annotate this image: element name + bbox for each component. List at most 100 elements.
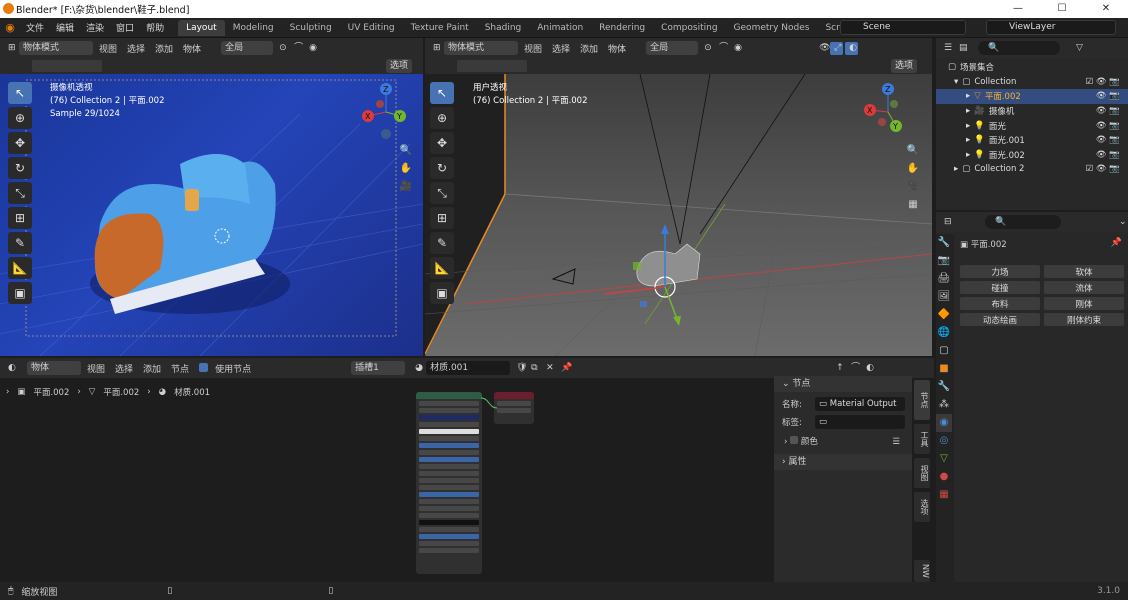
proportional-edit-icon[interactable]: ◉ (305, 42, 318, 55)
pan-hand-icon[interactable]: ✋ (905, 160, 921, 178)
transform-tool-icon[interactable]: ⊞ (430, 207, 454, 229)
breadcrumb-mesh[interactable]: 平面.002 (103, 386, 139, 398)
pan-hand-icon[interactable]: ✋ (398, 160, 414, 178)
menu-render[interactable]: 渲染 (80, 21, 110, 34)
expand-arrow-icon[interactable]: ▸ (966, 121, 970, 131)
overlay-toggle-icon[interactable]: ◐ (845, 41, 859, 55)
navigation-gizmo-right[interactable]: Z X Y (860, 82, 916, 144)
select-tool-icon[interactable]: ↖ (8, 82, 32, 104)
texture-tab-icon[interactable]: ▦ (936, 486, 952, 504)
pivot-icon[interactable]: ⊙ (700, 42, 713, 55)
object-tab-icon[interactable]: ■ (936, 360, 952, 378)
expand-arrow-icon[interactable]: ▸ (966, 106, 970, 116)
view-layer-tab-icon[interactable]: 🖼 (936, 288, 952, 306)
scene-tab-icon[interactable]: 🔶 (936, 306, 952, 324)
viewport-user[interactable]: ⊞ 物体模式 视图 选择 添加 物体 全局 ⊙ ⌒ ◉ 👁 ⤢ ◐ 选项 ↖ ⊕… (425, 38, 932, 356)
expand-arrow-icon[interactable]: ▸ (966, 150, 970, 160)
slot-dropdown[interactable]: 插槽1 (351, 361, 406, 375)
tab-layout[interactable]: Layout (178, 19, 225, 36)
expand-arrow-icon[interactable]: ▾ (954, 77, 958, 87)
view-layer-selector[interactable]: ViewLayer (986, 20, 1116, 35)
material-tab-icon[interactable]: ● (936, 468, 952, 486)
outliner-item-plane002[interactable]: ▸ ▽ 平面.002 👁 📷 (936, 89, 1128, 104)
side-tab-tool[interactable]: 工具 (914, 424, 930, 454)
breadcrumb-object[interactable]: 平面.002 (33, 386, 69, 398)
chevron-down-icon[interactable]: ⌄ (1115, 216, 1128, 229)
cursor-tool-icon[interactable]: ⊕ (8, 107, 32, 129)
transform-orientation-dropdown[interactable]: 全局 (221, 41, 274, 55)
move-tool-icon[interactable]: ✥ (8, 132, 32, 154)
menu-window[interactable]: 窗口 (110, 21, 140, 34)
options-dropdown[interactable]: 选项 (386, 59, 413, 73)
mode-dropdown[interactable]: 物体模式 (444, 41, 518, 55)
select-tool-icon[interactable]: ↖ (430, 82, 454, 104)
user-perspective-view[interactable] (425, 74, 932, 356)
material-output-node[interactable] (494, 392, 534, 424)
add-cube-tool-icon[interactable]: ▣ (430, 282, 454, 304)
menu-select[interactable]: 选择 (123, 42, 149, 55)
tab-rendering[interactable]: Rendering (591, 20, 653, 36)
outliner-root[interactable]: ▢ 场景集合 (936, 60, 1128, 75)
side-tab-view[interactable]: 视图 (914, 458, 930, 488)
menu-add[interactable]: 添加 (151, 42, 177, 55)
mode-dropdown[interactable]: 物体模式 (19, 41, 93, 55)
camera-icon[interactable]: 🎥 (905, 178, 921, 196)
visibility-toggle-icons[interactable]: 👁 📷 (1096, 135, 1120, 145)
checkbox-icon[interactable] (790, 436, 799, 444)
tab-modeling[interactable]: Modeling (225, 20, 282, 36)
visibility-toggle-icons[interactable]: 👁 📷 (1096, 121, 1120, 131)
side-tab-options[interactable]: 选项 (914, 492, 930, 522)
snap-icon[interactable]: ⌒ (290, 42, 303, 55)
pin-icon[interactable]: 📌 (557, 362, 572, 375)
rigid-body-constraint-button[interactable]: 刚体约束 (1044, 313, 1124, 326)
annotate-tool-icon[interactable]: ✎ (8, 232, 32, 254)
tab-sculpting[interactable]: Sculpting (282, 20, 340, 36)
side-tab-nw[interactable]: NW (914, 560, 930, 582)
menu-add[interactable]: 添加 (576, 42, 602, 55)
display-mode-icon[interactable]: ▤ (955, 42, 968, 55)
physics-tab-icon[interactable]: ◉ (936, 414, 952, 432)
tab-shading[interactable]: Shading (477, 20, 530, 36)
viewport-camera[interactable]: ⊞ 物体模式 视图 选择 添加 物体 全局 ⊙ ⌒ ◉ 选项 ↖ ⊕ ✥ ↻ ⤡… (0, 38, 423, 356)
tab-texture-paint[interactable]: Texture Paint (403, 20, 477, 36)
soft-body-button[interactable]: 软体 (1044, 265, 1124, 278)
gizmo-toggle-icon[interactable]: ⤢ (830, 41, 844, 55)
menu-view[interactable]: 视图 (95, 42, 121, 55)
filter-icon[interactable]: ▽ (1072, 42, 1085, 55)
outliner-item-collection-2[interactable]: ▸ ▢ Collection 2 ☑ 👁 📷 (936, 162, 1128, 177)
node-name-field[interactable]: ▭ Material Output (815, 397, 905, 411)
fake-user-shield-icon[interactable]: 🛡 (512, 362, 527, 375)
menu-view[interactable]: 视图 (520, 42, 546, 55)
grid-view-icon[interactable]: ▦ (905, 196, 921, 214)
menu-edit[interactable]: 编辑 (50, 21, 80, 34)
visibility-toggle-icons[interactable]: 👁 📷 (1096, 106, 1120, 116)
expand-arrow-icon[interactable]: ▸ (966, 91, 970, 101)
menu-node[interactable]: 节点 (167, 362, 193, 375)
menu-file[interactable]: 文件 (20, 21, 50, 34)
side-tab-node[interactable]: 节点 (914, 380, 930, 420)
tool-tab-icon[interactable]: 🔧 (936, 234, 952, 252)
use-nodes-checkbox[interactable]: 使用节点 (195, 362, 259, 375)
breadcrumb-material[interactable]: 材质.001 (174, 386, 210, 398)
snap-icon[interactable]: ⌒ (847, 362, 860, 375)
node-section-header[interactable]: ⌄ 节点 (774, 376, 912, 392)
add-cube-tool-icon[interactable]: ▣ (8, 282, 32, 304)
parent-node-tree-icon[interactable]: ↑ (832, 362, 845, 375)
editor-type-icon[interactable]: ⊟ (940, 216, 953, 229)
visibility-toggle-icons[interactable]: ☑ 👁 📷 (1086, 164, 1120, 174)
proportional-edit-icon[interactable]: ◉ (730, 42, 743, 55)
scale-tool-icon[interactable]: ⤡ (430, 182, 454, 204)
shader-editor[interactable]: ◐ 物体 视图 选择 添加 节点 使用节点 插槽1 ◕ 材质.001 🛡 ⧉ ✕… (0, 358, 934, 582)
principled-bsdf-node[interactable] (416, 392, 482, 574)
close-button[interactable]: ✕ (1084, 0, 1128, 18)
tab-geometry-nodes[interactable]: Geometry Nodes (726, 20, 818, 36)
measure-tool-icon[interactable]: 📐 (8, 257, 32, 279)
editor-type-icon[interactable]: ☰ (940, 42, 953, 55)
scene-selector[interactable]: Scene (840, 20, 966, 35)
object-type-dropdown[interactable]: 物体 (27, 361, 81, 375)
outliner-item-area-light-001[interactable]: ▸ 💡 面光.001 👁 📷 (936, 133, 1128, 148)
render-tab-icon[interactable]: 📷 (936, 252, 952, 270)
zoom-icon[interactable]: 🔍 (905, 142, 921, 160)
snap-icon[interactable]: ⌒ (715, 42, 728, 55)
tab-uv-editing[interactable]: UV Editing (340, 20, 403, 36)
